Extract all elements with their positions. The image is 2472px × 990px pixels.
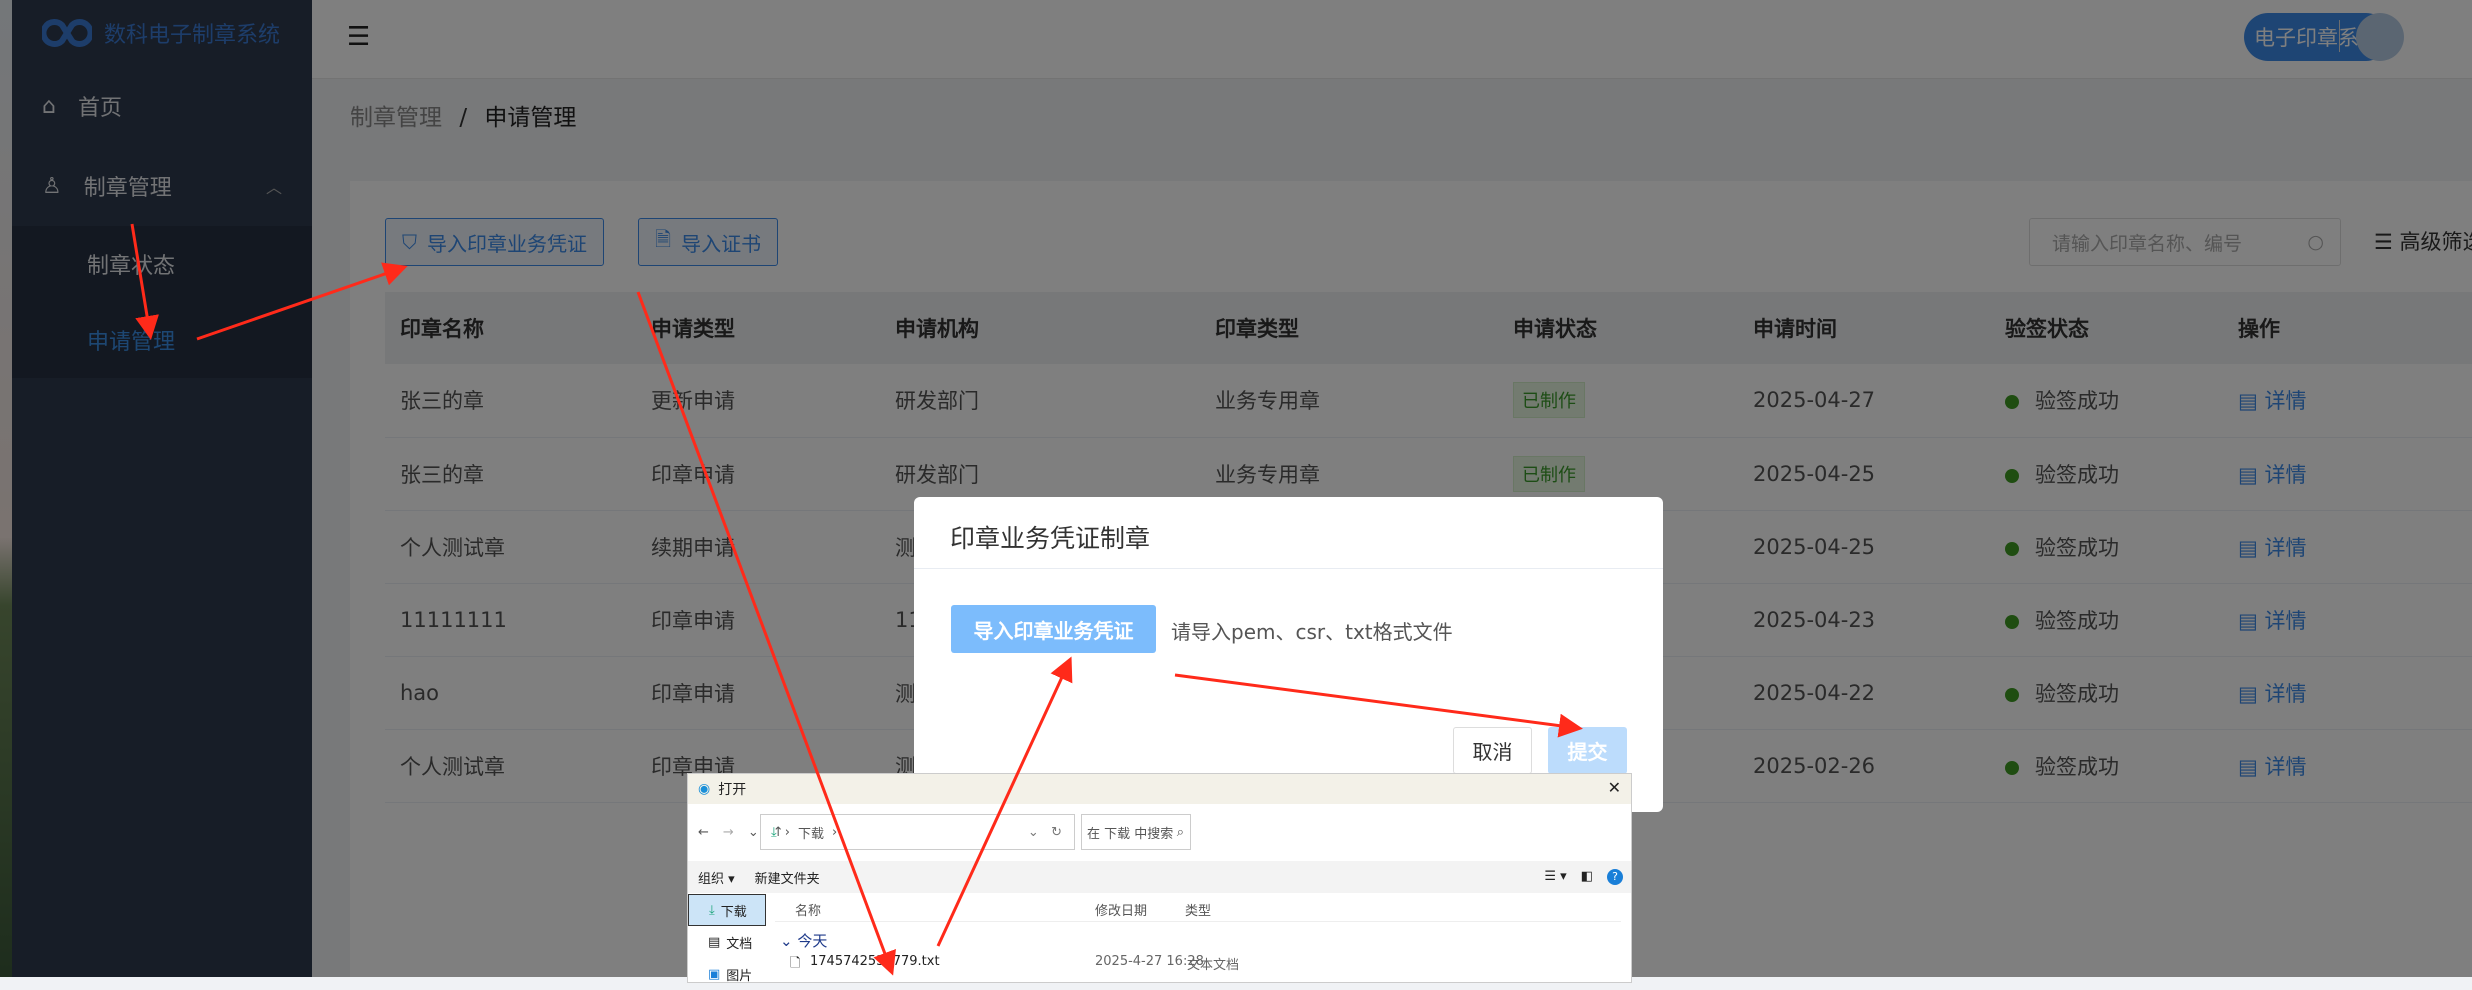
preview-pane-icon[interactable]: ◧ [1581, 869, 1593, 885]
nav-item-documents[interactable]: ▤ 文档 [688, 926, 766, 958]
file-row[interactable]: 🗋 1745742535779.txt 2025-4-27 16:28 文本文档 [785, 954, 1621, 978]
new-folder-button[interactable]: 新建文件夹 [755, 868, 820, 887]
search-placeholder: 在 下载 中搜索 [1087, 826, 1174, 842]
edge-browser-icon: ◉ [698, 781, 711, 797]
address-bar[interactable]: ⤓ › 下载 › ⌄ ↻ [760, 814, 1075, 850]
download-icon: ⤓ [771, 824, 777, 840]
text-file-icon: 🗋 [790, 956, 801, 971]
voucher-seal-modal: 印章业务凭证制章 导入印章业务凭证 请导入pem、csr、txt格式文件 取消 … [914, 497, 1663, 812]
nav-item-downloads[interactable]: ⤓ 下载 [688, 894, 766, 926]
address-row: ← → ⌄ ↑ ⤓ › 下载 › ⌄ ↻ 在 下载 中搜索 ⌕ [688, 804, 1631, 861]
file-list-header: 名称 修改日期 类型 [775, 894, 1621, 922]
view-options-icon[interactable]: ☰ ▾ [1544, 869, 1566, 885]
picture-icon: ▣ [708, 966, 721, 982]
nav-label: 下载 [720, 904, 747, 920]
upload-hint: 请导入pem、csr、txt格式文件 [1171, 620, 1453, 644]
dialog-toolbar: 组织 ▾ 新建文件夹 ☰ ▾ ◧? [688, 861, 1631, 893]
close-icon[interactable]: ✕ [1608, 778, 1621, 797]
search-icon: ⌕ [1176, 824, 1184, 840]
cancel-button[interactable]: 取消 [1453, 727, 1532, 774]
path-segment[interactable]: 下载 [798, 823, 824, 842]
file-type: 文本文档 [1187, 958, 1240, 973]
column-date[interactable]: 修改日期 [1095, 900, 1147, 919]
column-name[interactable]: 名称 [795, 900, 821, 919]
file-list: 名称 修改日期 类型 ⌄ 今天 🗋 1745742535779.txt 2025… [775, 894, 1621, 973]
download-icon: ⤓ [709, 902, 715, 918]
navigation-pane: ⤓ 下载 ▤ 文档 ▣ 图片 [688, 894, 766, 990]
submit-button[interactable]: 提交 [1548, 727, 1627, 774]
file-name: 1745742535779.txt [810, 954, 940, 969]
nav-item-pictures[interactable]: ▣ 图片 [688, 958, 766, 990]
dialog-titlebar: ◉ 打开 ✕ [688, 774, 1631, 804]
column-type[interactable]: 类型 [1185, 900, 1211, 919]
group-header[interactable]: ⌄ 今天 [780, 930, 827, 951]
file-open-dialog: ◉ 打开 ✕ ← → ⌄ ↑ ⤓ › 下载 › ⌄ ↻ 在 下载 中搜索 ⌕ 组织 ▾ 新建文件夹 … [687, 773, 1632, 984]
group-label: 今天 [797, 932, 828, 950]
recent-dropdown-icon[interactable]: ⌄ [748, 825, 759, 840]
dialog-title: 打开 [718, 782, 747, 798]
dialog-search-input[interactable]: 在 下载 中搜索 ⌕ [1081, 814, 1191, 850]
upload-voucher-button[interactable]: 导入印章业务凭证 [951, 605, 1156, 653]
modal-title: 印章业务凭证制章 [914, 497, 1663, 569]
nav-label: 图片 [726, 968, 753, 984]
back-icon[interactable]: ← [698, 825, 709, 840]
forward-icon[interactable]: → [723, 825, 734, 840]
nav-label: 文档 [726, 936, 753, 952]
help-icon[interactable]: ? [1607, 869, 1623, 885]
organize-menu[interactable]: 组织 ▾ [698, 868, 735, 887]
document-icon: ▤ [708, 934, 721, 950]
refresh-icon[interactable]: ⌄ ↻ [1028, 825, 1062, 840]
